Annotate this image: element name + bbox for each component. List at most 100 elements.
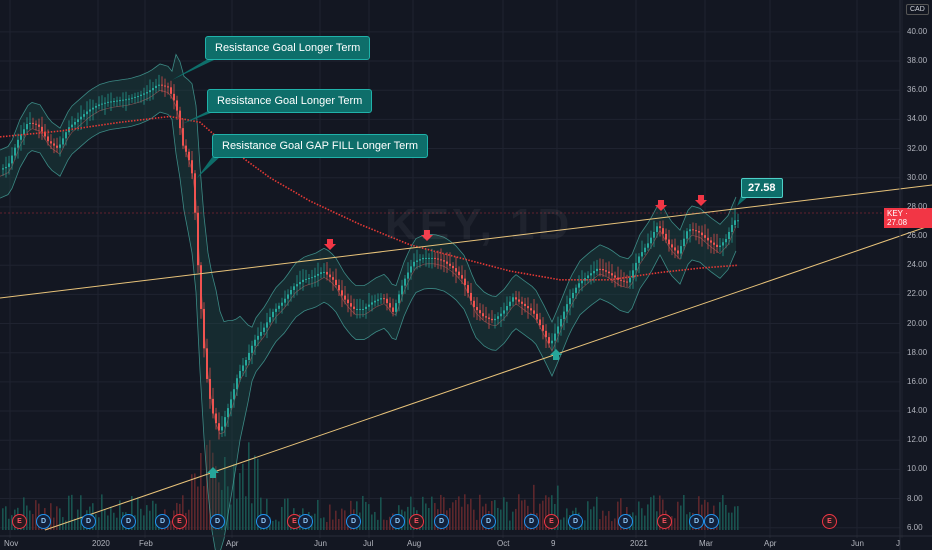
candle-body: [212, 398, 214, 414]
volume-bar: [152, 500, 154, 530]
candle-body: [620, 279, 622, 281]
volume-bar: [680, 505, 682, 530]
candle-body: [629, 277, 631, 283]
candle-body: [686, 231, 688, 239]
candle-body: [164, 85, 166, 87]
volume-bar: [614, 518, 616, 530]
candle-body: [410, 266, 412, 273]
y-tick-label: 32.00: [907, 143, 928, 153]
volume-bar: [278, 521, 280, 530]
dividend-event-icon[interactable]: D: [618, 514, 633, 529]
candle-body: [65, 132, 67, 139]
candle-body: [143, 93, 145, 95]
candle-body: [398, 294, 400, 304]
y-tick-label: 24.00: [907, 260, 928, 270]
candle-body: [488, 317, 490, 319]
dividend-event-icon[interactable]: D: [704, 514, 719, 529]
volume-bar: [452, 502, 454, 530]
target-price-tag[interactable]: 27.58: [741, 178, 783, 198]
candle-body: [263, 327, 265, 332]
volume-bar: [584, 520, 586, 530]
dividend-event-icon[interactable]: D: [256, 514, 271, 529]
annotation-callout-1[interactable]: Resistance Goal Longer Term: [205, 36, 371, 60]
candle-body: [338, 285, 340, 291]
dividend-event-icon[interactable]: D: [568, 514, 583, 529]
dividend-event-icon[interactable]: D: [36, 514, 51, 529]
candle-body: [287, 294, 289, 299]
dividend-event-icon[interactable]: D: [689, 514, 704, 529]
candle-body: [362, 308, 364, 310]
candle-body: [479, 310, 481, 314]
dividend-event-icon[interactable]: D: [390, 514, 405, 529]
candle-body: [665, 233, 667, 240]
candle-body: [209, 378, 211, 399]
earnings-event-icon[interactable]: E: [822, 514, 837, 529]
earnings-event-icon[interactable]: E: [172, 514, 187, 529]
x-tick-label: Apr: [764, 539, 777, 548]
dividend-event-icon[interactable]: D: [481, 514, 496, 529]
candle-body: [689, 229, 691, 232]
x-tick-label: 2020: [92, 539, 110, 548]
dividend-event-icon[interactable]: D: [434, 514, 449, 529]
volume-bar: [203, 486, 205, 530]
volume-bar: [281, 506, 283, 530]
volume-bar: [59, 508, 61, 530]
annotation-callout-2[interactable]: Resistance Goal Longer Term: [207, 89, 373, 113]
candle-body: [233, 389, 235, 400]
earnings-event-icon[interactable]: E: [657, 514, 672, 529]
y-tick-label: 20.00: [907, 318, 928, 328]
candle-body: [119, 100, 121, 102]
volume-bar: [509, 520, 511, 530]
candle-body: [332, 277, 334, 280]
candle-body: [290, 290, 292, 295]
dividend-event-icon[interactable]: D: [121, 514, 136, 529]
volume-bar: [32, 514, 34, 530]
candle-body: [320, 272, 322, 274]
currency-label[interactable]: CAD: [906, 4, 929, 15]
candle-body: [158, 84, 160, 86]
x-tick-label: Aug: [407, 539, 422, 548]
candle-body: [614, 275, 616, 278]
earnings-event-icon[interactable]: E: [409, 514, 424, 529]
volume-bar: [143, 515, 145, 530]
candle-body: [176, 100, 178, 111]
volume-bar: [635, 515, 637, 530]
volume-bar: [644, 515, 646, 530]
volume-bar: [467, 504, 469, 530]
volume-bar: [116, 517, 118, 530]
dividend-event-icon[interactable]: D: [155, 514, 170, 529]
candle-body: [155, 85, 157, 89]
earnings-event-icon[interactable]: E: [544, 514, 559, 529]
candle-body: [104, 102, 106, 104]
candle-body: [725, 238, 727, 243]
candle-body: [377, 299, 379, 301]
y-tick-label: 34.00: [907, 114, 928, 124]
volume-bar: [686, 514, 688, 530]
dividend-event-icon[interactable]: D: [298, 514, 313, 529]
x-tick-label: Jun: [314, 539, 327, 548]
volume-bar: [368, 504, 370, 530]
dividend-event-icon[interactable]: D: [210, 514, 225, 529]
dividend-event-icon[interactable]: D: [81, 514, 96, 529]
candle-body: [251, 345, 253, 353]
candle-body: [596, 268, 598, 272]
volume-bar: [608, 511, 610, 530]
dividend-event-icon[interactable]: D: [524, 514, 539, 529]
annotation-callout-3[interactable]: Resistance Goal GAP FILL Longer Term: [212, 134, 429, 158]
volume-bar: [140, 508, 142, 530]
candle-body: [653, 231, 655, 238]
candle-body: [497, 316, 499, 319]
candle-body: [734, 220, 736, 225]
x-tick-label: 2021: [630, 539, 648, 548]
dividend-event-icon[interactable]: D: [346, 514, 361, 529]
current-price-tag: KEY · 27.08: [884, 208, 932, 228]
candle-body: [299, 281, 301, 285]
earnings-event-icon[interactable]: E: [12, 514, 27, 529]
candle-body: [80, 116, 82, 120]
candle-body: [5, 166, 7, 169]
candle-body: [245, 360, 247, 366]
candle-body: [680, 246, 682, 254]
candle-body: [305, 278, 307, 280]
price-chart[interactable]: [0, 0, 932, 550]
candle-body: [491, 318, 493, 321]
